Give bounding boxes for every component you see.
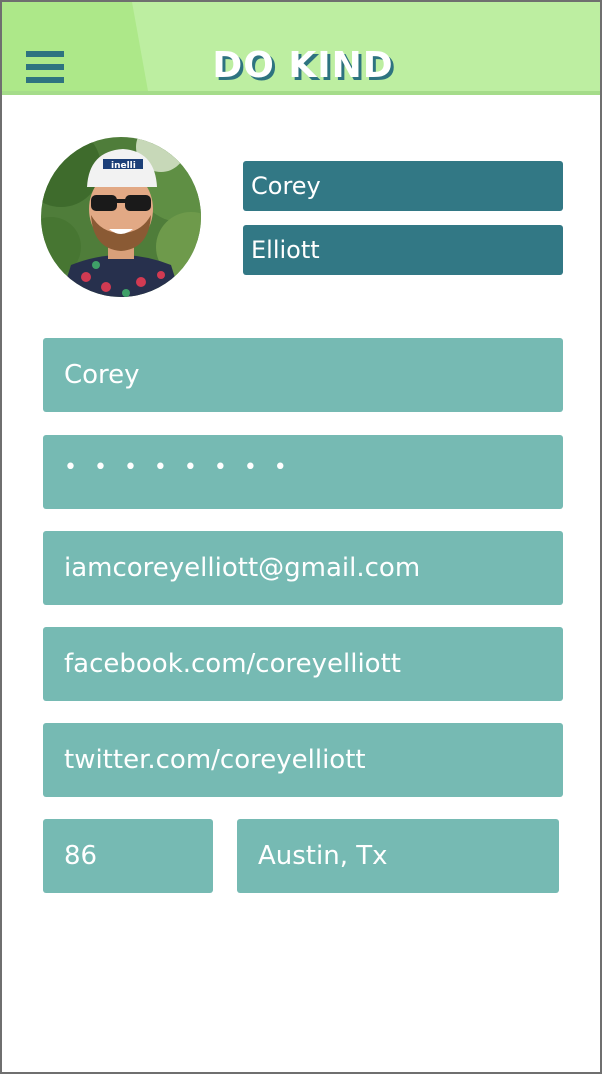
username-field[interactable]: Corey: [43, 338, 563, 412]
app-title: DO KIND: [212, 45, 394, 86]
age-field[interactable]: 86: [43, 819, 213, 893]
location-field[interactable]: Austin, Tx: [237, 819, 559, 893]
password-field[interactable]: • • • • • • • •: [43, 435, 563, 509]
email-field[interactable]: iamcoreyelliott@gmail.com: [43, 531, 563, 605]
facebook-field[interactable]: facebook.com/coreyelliott: [43, 627, 563, 701]
avatar[interactable]: inelli: [41, 137, 201, 297]
app-header: DO KIND: [2, 2, 600, 95]
app-screen: DO KIND inelli Corey Elliott Corey • • •…: [0, 0, 602, 1074]
twitter-field[interactable]: twitter.com/coreyelliott: [43, 723, 563, 797]
svg-text:inelli: inelli: [111, 161, 136, 171]
last-name-field[interactable]: Elliott: [243, 225, 563, 275]
first-name-field[interactable]: Corey: [243, 161, 563, 211]
